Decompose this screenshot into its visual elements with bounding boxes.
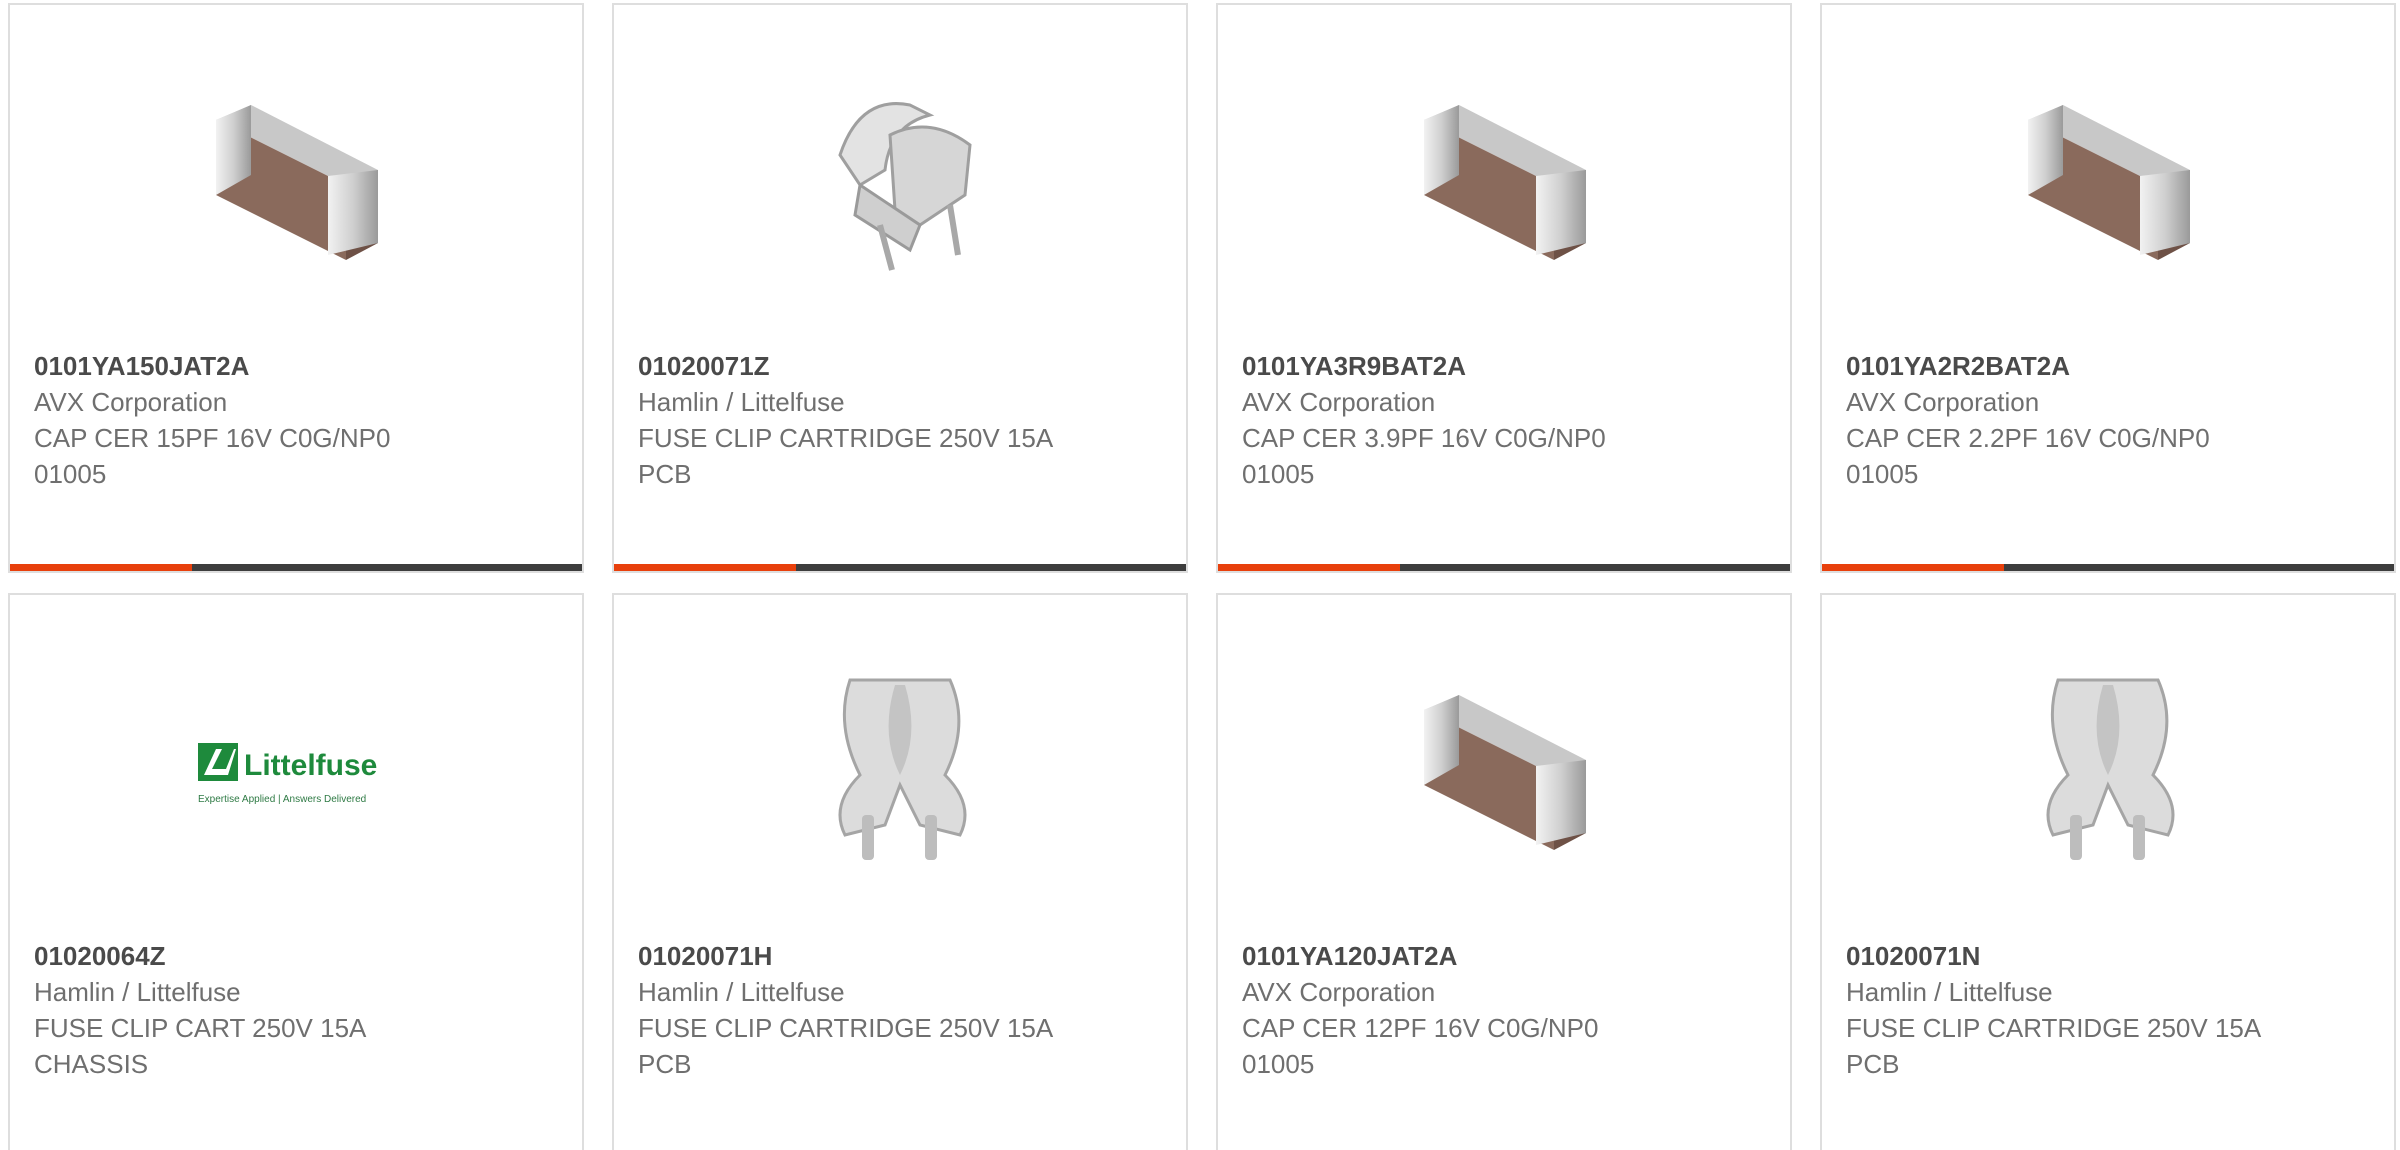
ceramic-capacitor-icon (1404, 665, 1606, 867)
product-card[interactable]: 01020071Z Hamlin / Littelfuse FUSE CLIP … (612, 3, 1188, 573)
manufacturer: Hamlin / Littelfuse (34, 977, 241, 1007)
product-info: 01020071N Hamlin / Littelfuse FUSE CLIP … (1846, 938, 2386, 1082)
description: FUSE CLIP CARTRIDGE 250V 15A PCB (638, 423, 1052, 489)
part-number[interactable]: 0101YA2R2BAT2A (1846, 348, 2386, 384)
product-grid: 0101YA150JAT2A AVX Corporation CAP CER 1… (0, 0, 2400, 1150)
manufacturer: Hamlin / Littelfuse (638, 977, 845, 1007)
product-info: 01020071Z Hamlin / Littelfuse FUSE CLIP … (638, 348, 1178, 492)
card-divider (1822, 564, 2394, 571)
product-info: 01020064Z Hamlin / Littelfuse FUSE CLIP … (34, 938, 574, 1082)
card-divider (614, 564, 1186, 571)
manufacturer: Hamlin / Littelfuse (638, 387, 845, 417)
product-info: 01020071H Hamlin / Littelfuse FUSE CLIP … (638, 938, 1178, 1082)
description: CAP CER 2.2PF 16V C0G/NP0 01005 (1846, 423, 2210, 489)
fuse-clip-icon (800, 75, 1002, 277)
product-info: 0101YA120JAT2A AVX Corporation CAP CER 1… (1242, 938, 1782, 1082)
product-card[interactable]: 01020071H Hamlin / Littelfuse FUSE CLIP … (612, 593, 1188, 1150)
description: CAP CER 15PF 16V C0G/NP0 01005 (34, 423, 391, 489)
product-card[interactable]: Littelfuse Expertise Applied | Answers D… (8, 593, 584, 1150)
part-number[interactable]: 01020071Z (638, 348, 1178, 384)
littelfuse-logo: Littelfuse Expertise Applied | Answers D… (196, 665, 398, 867)
part-number[interactable]: 0101YA150JAT2A (34, 348, 574, 384)
card-divider (10, 564, 582, 571)
fuse-clip-front-icon (2008, 665, 2210, 867)
part-number[interactable]: 01020071N (1846, 938, 2386, 974)
part-number[interactable]: 0101YA120JAT2A (1242, 938, 1782, 974)
fuse-clip-front-icon (800, 665, 1002, 867)
manufacturer: AVX Corporation (1242, 977, 1436, 1007)
product-card[interactable]: 0101YA2R2BAT2A AVX Corporation CAP CER 2… (1820, 3, 2396, 573)
ceramic-capacitor-icon (196, 75, 398, 277)
part-number[interactable]: 01020064Z (34, 938, 574, 974)
product-card[interactable]: 01020071N Hamlin / Littelfuse FUSE CLIP … (1820, 593, 2396, 1150)
description: CAP CER 3.9PF 16V C0G/NP0 01005 (1242, 423, 1606, 489)
manufacturer: Hamlin / Littelfuse (1846, 977, 2053, 1007)
product-card[interactable]: 0101YA3R9BAT2A AVX Corporation CAP CER 3… (1216, 3, 1792, 573)
product-info: 0101YA3R9BAT2A AVX Corporation CAP CER 3… (1242, 348, 1782, 492)
part-number[interactable]: 0101YA3R9BAT2A (1242, 348, 1782, 384)
logo-wordmark: Littelfuse (244, 749, 377, 782)
product-card[interactable]: 0101YA120JAT2A AVX Corporation CAP CER 1… (1216, 593, 1792, 1150)
description: CAP CER 12PF 16V C0G/NP0 01005 (1242, 1013, 1599, 1079)
manufacturer: AVX Corporation (34, 387, 228, 417)
description: FUSE CLIP CARTRIDGE 250V 15A PCB (638, 1013, 1052, 1079)
product-card[interactable]: 0101YA150JAT2A AVX Corporation CAP CER 1… (8, 3, 584, 573)
logo-tagline: Expertise Applied | Answers Delivered (198, 794, 366, 805)
ceramic-capacitor-icon (2008, 75, 2210, 277)
product-info: 0101YA2R2BAT2A AVX Corporation CAP CER 2… (1846, 348, 2386, 492)
description: FUSE CLIP CART 250V 15A CHASSIS (34, 1013, 365, 1079)
card-divider (1218, 564, 1790, 571)
ceramic-capacitor-icon (1404, 75, 1606, 277)
part-number[interactable]: 01020071H (638, 938, 1178, 974)
product-info: 0101YA150JAT2A AVX Corporation CAP CER 1… (34, 348, 574, 492)
description: FUSE CLIP CARTRIDGE 250V 15A PCB (1846, 1013, 2260, 1079)
manufacturer: AVX Corporation (1846, 387, 2040, 417)
manufacturer: AVX Corporation (1242, 387, 1436, 417)
